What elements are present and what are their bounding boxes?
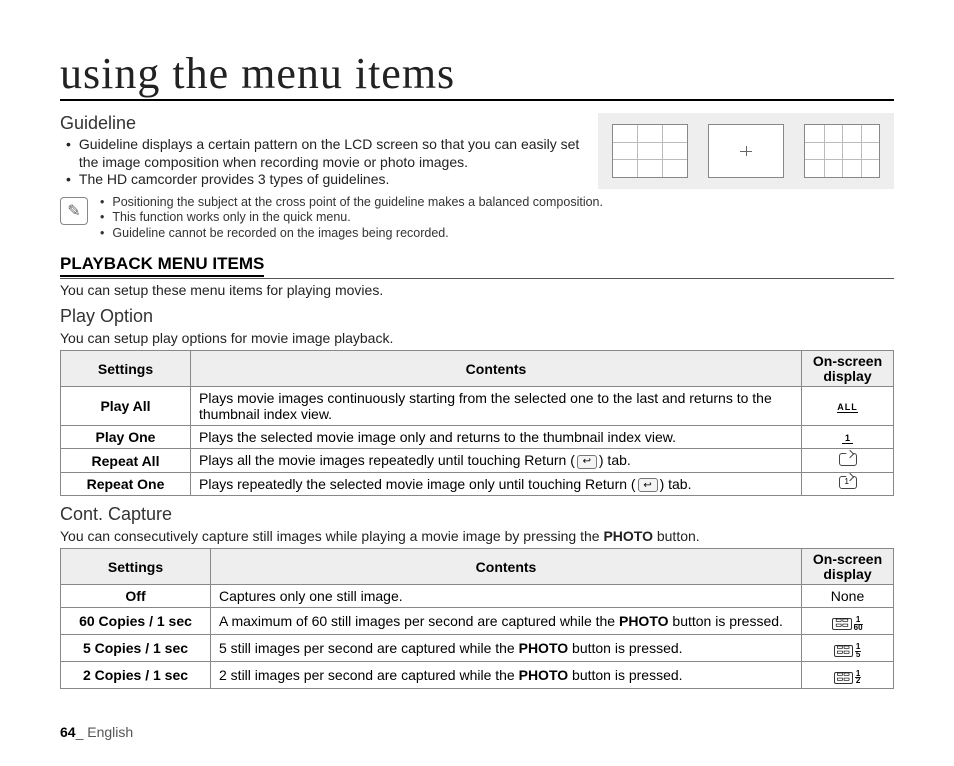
play-all-icon: ALL <box>837 402 858 413</box>
repeat-one-icon <box>839 476 857 489</box>
col-contents: Contents <box>211 549 802 585</box>
table-row: 5 Copies / 1 sec 5 still images per seco… <box>61 635 894 662</box>
guideline-icon-cross <box>708 124 784 178</box>
content-cell: Captures only one still image. <box>211 585 802 608</box>
play-option-table: Settings Contents On-screen display Play… <box>60 350 894 496</box>
guideline-bullet: The HD camcorder provides 3 types of gui… <box>64 171 586 189</box>
guideline-icon-grid <box>804 124 880 178</box>
guideline-icon-thirds <box>612 124 688 178</box>
playback-heading: PLAYBACK MENU ITEMS <box>60 255 894 279</box>
content-cell: A maximum of 60 still images per second … <box>211 608 802 635</box>
col-settings: Settings <box>61 549 211 585</box>
table-row: Play All Plays movie images continuously… <box>61 387 894 426</box>
table-row: Repeat One Plays repeatedly the selected… <box>61 472 894 495</box>
guideline-bullets: Guideline displays a certain pattern on … <box>64 136 586 189</box>
table-row: Play One Plays the selected movie image … <box>61 426 894 449</box>
col-contents: Contents <box>191 351 802 387</box>
repeat-all-icon <box>839 453 857 466</box>
table-row: Repeat All Plays all the movie images re… <box>61 449 894 472</box>
guideline-note: This function works only in the quick me… <box>98 210 603 226</box>
note-icon: ✎ <box>60 197 88 225</box>
table-row: 60 Copies / 1 sec A maximum of 60 still … <box>61 608 894 635</box>
content-cell: Plays the selected movie image only and … <box>191 426 802 449</box>
setting-cell: 2 Copies / 1 sec <box>61 661 211 688</box>
table-row: 2 Copies / 1 sec 2 still images per seco… <box>61 661 894 688</box>
osd-cell: 1 <box>802 426 894 449</box>
capture-rate-icon: ▭▭▭▭15 <box>834 644 862 658</box>
setting-cell: Repeat One <box>61 472 191 495</box>
setting-cell: 5 Copies / 1 sec <box>61 635 211 662</box>
table-row: Off Captures only one still image. None <box>61 585 894 608</box>
capture-rate-icon: ▭▭▭▭160 <box>832 617 862 631</box>
content-cell: Plays repeatedly the selected movie imag… <box>191 472 802 495</box>
playback-intro: You can setup these menu items for playi… <box>60 282 894 298</box>
content-cell: 5 still images per second are captured w… <box>211 635 802 662</box>
guideline-graphics <box>598 113 894 189</box>
guideline-note: Guideline cannot be recorded on the imag… <box>98 226 603 242</box>
content-cell: Plays movie images continuously starting… <box>191 387 802 426</box>
return-icon: ↩ <box>638 478 658 492</box>
osd-cell <box>802 449 894 472</box>
osd-cell: None <box>802 585 894 608</box>
setting-cell: Repeat All <box>61 449 191 472</box>
osd-cell <box>802 472 894 495</box>
play-option-heading: Play Option <box>60 306 894 327</box>
setting-cell: Play One <box>61 426 191 449</box>
guideline-note: Positioning the subject at the cross poi… <box>98 195 603 211</box>
col-osd: On-screen display <box>802 549 894 585</box>
guideline-heading: Guideline <box>60 113 586 134</box>
content-cell: 2 still images per second are captured w… <box>211 661 802 688</box>
guideline-notes: Positioning the subject at the cross poi… <box>98 195 603 242</box>
osd-cell: ALL <box>802 387 894 426</box>
cont-capture-intro: You can consecutively capture still imag… <box>60 528 894 544</box>
guideline-bullet: Guideline displays a certain pattern on … <box>64 136 586 171</box>
capture-rate-icon: ▭▭▭▭12 <box>834 671 862 685</box>
cont-capture-heading: Cont. Capture <box>60 504 894 525</box>
osd-cell: ▭▭▭▭12 <box>802 661 894 688</box>
play-one-icon: 1 <box>842 433 852 444</box>
return-icon: ↩ <box>577 455 597 469</box>
cont-capture-table: Settings Contents On-screen display Off … <box>60 548 894 689</box>
col-settings: Settings <box>61 351 191 387</box>
osd-cell: ▭▭▭▭15 <box>802 635 894 662</box>
col-osd: On-screen display <box>802 351 894 387</box>
page-footer: 64_ English <box>60 724 133 740</box>
content-cell: Plays all the movie images repeatedly un… <box>191 449 802 472</box>
page-title: using the menu items <box>60 48 894 101</box>
osd-cell: ▭▭▭▭160 <box>802 608 894 635</box>
setting-cell: 60 Copies / 1 sec <box>61 608 211 635</box>
setting-cell: Off <box>61 585 211 608</box>
play-option-intro: You can setup play options for movie ima… <box>60 330 894 346</box>
setting-cell: Play All <box>61 387 191 426</box>
